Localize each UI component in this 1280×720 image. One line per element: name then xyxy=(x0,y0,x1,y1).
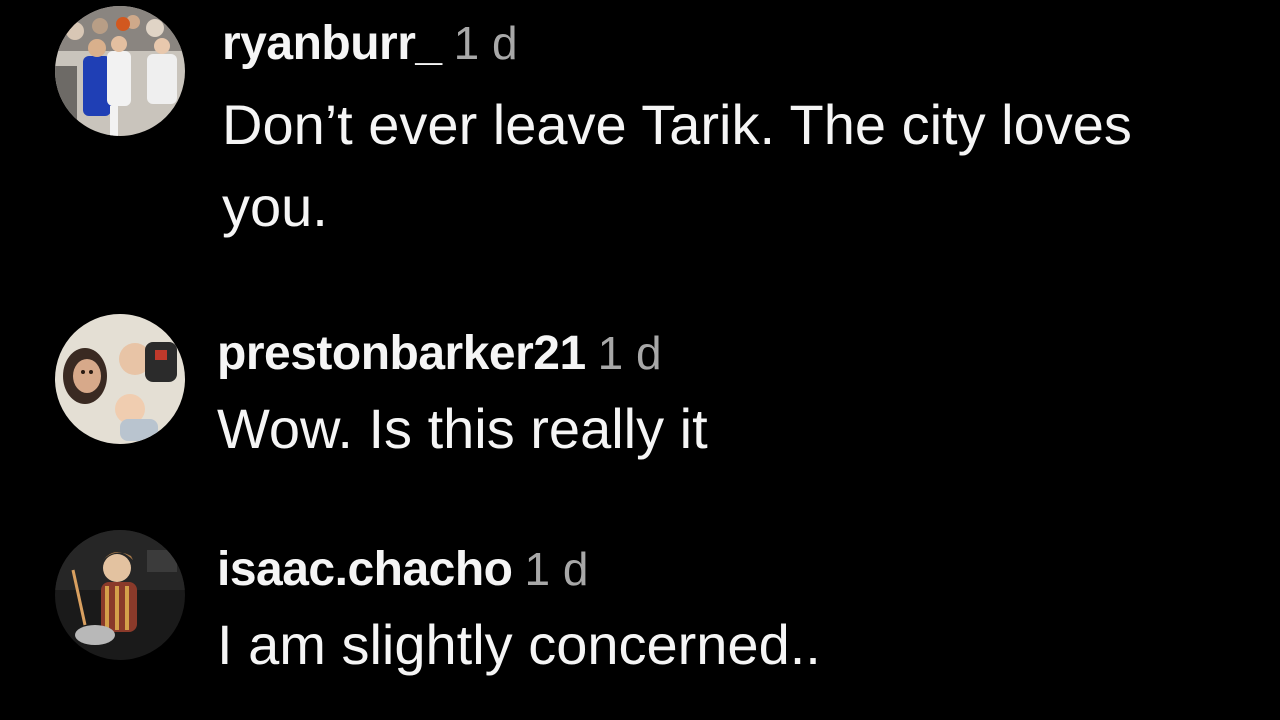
comment-item: prestonbarker21 1 d Wow. Is this really i… xyxy=(0,300,1280,490)
comment-list: ryanburr_ 1 d Don’t ever leave Tarik. The… xyxy=(0,0,1280,720)
timestamp: 1 d xyxy=(453,17,518,69)
basketball-photo-icon xyxy=(55,6,185,136)
drummer-photo-icon xyxy=(55,530,185,660)
comment-item: ryanburr_ 1 d Don’t ever leave Tarik. The… xyxy=(0,0,1280,290)
timestamp: 1 d xyxy=(597,327,662,379)
username-link[interactable]: isaac.chacho xyxy=(217,543,513,596)
comment-text: Wow. Is this really it xyxy=(217,397,708,460)
comment-meta: isaac.chacho 1 d xyxy=(217,546,588,594)
avatar[interactable] xyxy=(55,530,185,660)
comment-item: isaac.chacho 1 d I am slightly concerned.… xyxy=(0,510,1280,710)
timestamp: 1 d xyxy=(524,543,589,595)
username-link[interactable]: prestonbarker21 xyxy=(217,327,586,380)
username-link[interactable]: ryanburr_ xyxy=(222,17,442,70)
comment-meta: prestonbarker21 1 d xyxy=(217,330,662,378)
comment-text: Don’t ever leave Tarik. The city loves y… xyxy=(222,93,1132,238)
children-photo-icon xyxy=(55,314,185,444)
avatar[interactable] xyxy=(55,6,185,136)
comment-text: I am slightly concerned.. xyxy=(217,613,821,676)
comment-meta: ryanburr_ 1 d xyxy=(222,20,518,68)
avatar[interactable] xyxy=(55,314,185,444)
